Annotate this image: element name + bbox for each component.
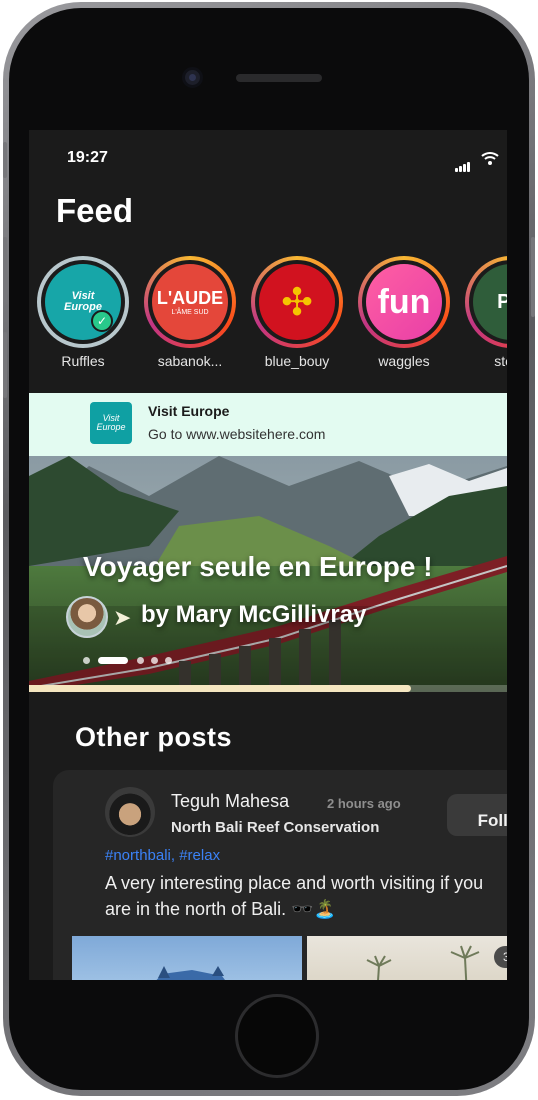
story-name: sabanok... [157,353,223,369]
story-avatar: PÂ [473,264,507,340]
story-progress-fill [29,685,412,692]
volume-up-button [3,237,7,303]
status-bar: 19:27 [29,130,507,186]
story-avatar: ✣ [259,264,335,340]
story-item[interactable]: L'AUDE L'ÂME SUD sabanok... [144,256,236,369]
post-username[interactable]: Teguh Mahesa [171,791,289,812]
carousel-dot[interactable] [83,657,90,664]
carousel-dot[interactable] [137,657,144,664]
sponsored-banner[interactable]: Visit Europe Visit Europe Go to www.websi… [29,393,507,456]
post-image[interactable] [72,936,302,980]
page-title: Feed [56,192,134,229]
story-name: blue_bouy [264,353,330,369]
story-avatar: L'AUDE L'ÂME SUD [152,264,228,340]
carousel-dot-active[interactable] [98,657,128,664]
carousel-dot[interactable] [165,657,172,664]
story-ring: Visit Europe ✓ [37,256,129,348]
occitan-cross-icon: ✣ [281,281,313,324]
carousel-dot[interactable] [151,657,158,664]
wifi-icon [481,151,499,170]
story-name: waggles [378,353,430,369]
hero-title: Voyager seule en Europe ! [83,551,433,582]
hero-carousel[interactable]: Voyager seule en Europe ! ➤ by Mary McGi… [29,456,507,692]
laude-logo-text: L'AUDE [156,288,224,308]
visit-europe-logo-icon: Visit Europe [90,402,132,444]
verified-check-icon: ✓ [91,310,113,332]
arrow-right-icon: ➤ [113,605,132,630]
laude-logo-subtext: L'ÂME SUD [171,309,209,316]
story-item[interactable]: PÂ steve [465,256,507,369]
app-screen: 19:27 Feed Visit Europe ✓ Ruffles L'AUDE… [29,130,507,980]
power-button [531,237,535,317]
visit-europe-logo-icon: Visit Europe [64,290,102,313]
story-ring: fun [358,256,450,348]
story-name: Ruffles [61,353,105,369]
section-title: Other posts [75,722,233,752]
story-ring: PÂ [465,256,507,348]
story-ring: ✣ [251,256,343,348]
post-image[interactable] [307,936,507,980]
story-avatar: fun [366,264,442,340]
follow-button[interactable]: Follow [447,794,507,836]
story-avatar: Visit Europe ✓ [45,264,121,340]
volume-down-button [3,332,7,398]
avatar[interactable] [105,787,155,837]
post-hashtags[interactable]: #northbali, #relax [105,847,220,864]
stories-row[interactable]: VisitEurope ✓ Ruffles L'AUDE L'ÂME SUD [37,256,507,376]
story-ring: L'AUDE L'ÂME SUD [144,256,236,348]
post-text: A very interesting place and worth visit… [105,873,484,919]
earpiece-speaker [236,74,322,82]
post-card[interactable]: Teguh Mahesa 2 hours ago North Bali Reef… [53,770,507,980]
post-timestamp: 2 hours ago [327,796,401,811]
story-name: steve [494,353,507,369]
ad-link[interactable]: Go to www.websitehere.com [148,426,325,442]
fun-logo-text: fun [377,282,431,321]
signal-icon [455,154,471,172]
mute-switch [3,142,7,178]
pa-logo-text: PÂ [497,290,507,313]
home-button[interactable] [235,994,319,1078]
phone-frame: 19:27 Feed Visit Europe ✓ Ruffles L'AUDE… [3,2,535,1096]
post-organization[interactable]: North Bali Reef Conservation [171,819,379,836]
story-item[interactable]: Visit Europe ✓ Ruffles [37,256,129,369]
hero-author[interactable]: by Mary McGillivray [141,601,366,629]
front-camera [182,67,203,88]
ad-title: Visit Europe [148,403,230,419]
story-progress-track [29,685,507,692]
story-item[interactable]: fun waggles [358,256,450,369]
author-avatar[interactable] [66,596,108,638]
status-time: 19:27 [67,149,108,166]
story-item[interactable]: ✣ blue_bouy [251,256,343,369]
